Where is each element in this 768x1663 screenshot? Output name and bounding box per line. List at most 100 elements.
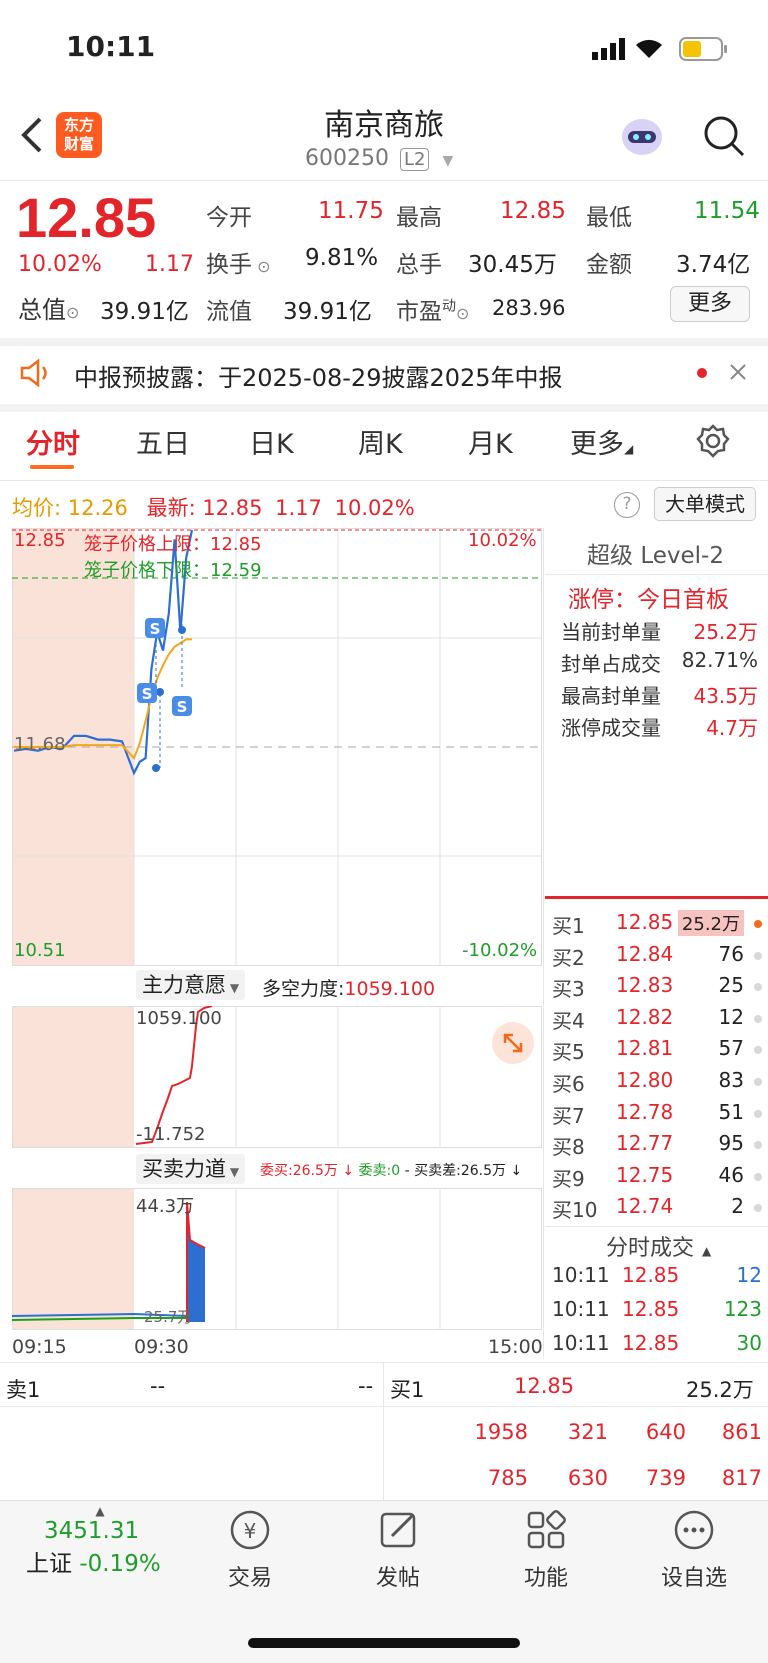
trade-row: 10:11 12.85 12 — [552, 1263, 762, 1293]
volume-mid-value: 25.7万 — [144, 1308, 193, 1326]
main-will-selector[interactable]: 主力意愿 ▼ — [136, 970, 246, 1000]
level2-stat-label: 封单占成交 — [561, 652, 661, 676]
status-time: 10:11 — [66, 30, 156, 63]
buy1-qty: 25.2万 — [686, 1378, 754, 1402]
close-icon[interactable] — [728, 362, 748, 382]
edit-icon — [380, 1512, 416, 1548]
stock-code[interactable]: 600250 L2 ▼ — [305, 146, 453, 171]
float-label: 流值 — [206, 299, 252, 325]
order-book-row[interactable]: 买10 12.74 2 — [550, 1194, 768, 1224]
order-book-row[interactable]: 买9 12.75 46 — [550, 1163, 768, 1193]
tab-monthly-k[interactable]: 月K — [468, 422, 513, 461]
trades-title[interactable]: 分时成交 ▲ — [606, 1230, 711, 1262]
order-book-dot — [754, 920, 762, 928]
nav-function[interactable]: 功能 — [496, 1508, 596, 1592]
time-end: 15:00 — [488, 1336, 543, 1358]
low-value: 11.54 — [694, 198, 760, 224]
queue-order-size: 640 — [645, 1420, 686, 1444]
order-book-level: 买8 — [552, 1135, 585, 1160]
index-line: 上证 -0.19% — [26, 1551, 161, 1577]
trade-row: 10:11 12.85 123 — [552, 1297, 762, 1327]
order-book-level: 买3 — [552, 977, 585, 1002]
settings-gear-icon[interactable] — [696, 424, 730, 458]
open-value: 11.75 — [318, 198, 384, 224]
trade-price: 12.85 — [622, 1263, 680, 1287]
change-amount: 1.17 — [145, 252, 194, 277]
order-book-qty: 51 — [718, 1099, 744, 1124]
home-indicator — [248, 1638, 520, 1648]
level2-stat-value: 4.7万 — [706, 716, 758, 740]
time-start: 09:15 — [12, 1336, 67, 1358]
level2-stat-value: 82.71% — [681, 648, 758, 672]
order-book-qty: 46 — [718, 1162, 744, 1187]
svg-text:S: S — [150, 620, 161, 638]
entrust-summary: 委买:26.5万 ↓ 委卖:0 - 买卖差:26.5万 ↓ — [260, 1163, 523, 1179]
indicator-bottom-value: -11.752 — [136, 1124, 206, 1145]
nav-watchlist[interactable]: 设自选 — [644, 1508, 744, 1592]
queue-order-size: 321 — [567, 1420, 608, 1444]
s-marker-icon: S — [137, 683, 157, 703]
search-icon[interactable] — [702, 114, 746, 158]
tab-active-indicator — [30, 465, 74, 469]
intraday-chart[interactable]: S S S — [12, 528, 542, 966]
big-order-mode-button[interactable]: 大单模式 — [654, 487, 756, 521]
more-button[interactable]: 更多 — [670, 286, 750, 322]
robot-avatar-icon[interactable] — [617, 113, 667, 159]
order-book-price: 12.74 — [616, 1194, 674, 1219]
queue-order-size: 630 — [567, 1466, 608, 1490]
trade-price: 12.85 — [622, 1297, 680, 1321]
buy-sell-power-selector[interactable]: 买卖力道 ▼ — [136, 1154, 246, 1184]
notice-dot — [697, 368, 707, 378]
order-book-qty: 2 — [731, 1194, 744, 1219]
notice-text[interactable]: 中报预披露：于2025-08-29披露2025年中报 — [74, 358, 563, 393]
s-marker-icon: S — [172, 696, 192, 716]
tab-five-day[interactable]: 五日 — [136, 422, 190, 461]
order-book-dot — [754, 1172, 762, 1181]
mktcap-label: 总值⊙ — [18, 296, 80, 324]
order-book-qty: 83 — [718, 1068, 744, 1092]
chart-bottom-pct: -10.02% — [462, 940, 538, 961]
tab-more[interactable]: 更多◢ — [570, 422, 633, 461]
expand-icon[interactable] — [492, 1022, 534, 1064]
tab-intraday[interactable]: 分时 — [26, 422, 80, 461]
order-book-row[interactable]: 买4 12.82 12 — [550, 1005, 768, 1035]
tab-daily-k[interactable]: 日K — [249, 422, 294, 461]
order-book-row[interactable]: 买8 12.77 95 — [550, 1131, 768, 1161]
more-dots-icon — [674, 1510, 714, 1550]
trade-qty: 30 — [736, 1331, 762, 1355]
chevron-down-icon: ▼ — [442, 153, 454, 169]
nav-trade[interactable]: ¥ 交易 — [200, 1508, 300, 1592]
order-book-row[interactable]: 买6 12.80 83 — [550, 1068, 768, 1098]
info-bar: 均价: 12.26 最新: 12.85 1.17 10.02% — [12, 496, 415, 520]
index-widget[interactable]: ▲ 3451.31 上证 -0.19% — [20, 1504, 180, 1578]
order-book-row[interactable]: 买7 12.78 51 — [550, 1100, 768, 1130]
order-book-dot — [754, 1078, 762, 1086]
order-book-row[interactable]: 买1 12.85 25.2万 — [550, 910, 768, 940]
level2-stat-label: 最高封单量 — [561, 684, 661, 708]
queue-order-size: 1958 — [474, 1420, 528, 1444]
order-book-row[interactable]: 买3 12.83 25 — [550, 973, 768, 1003]
main-will-chart — [12, 1006, 542, 1148]
grid-apps-icon — [527, 1510, 566, 1549]
order-book-dot — [754, 1109, 762, 1118]
nav-post[interactable]: 发帖 — [348, 1508, 448, 1592]
low-label: 最低 — [586, 205, 632, 231]
order-book-qty: 25.2万 — [677, 910, 744, 936]
amount-label: 金额 — [586, 252, 632, 278]
speaker-icon — [18, 358, 54, 388]
indicator-top-value: 1059.100 — [136, 1008, 222, 1029]
order-book-dot — [754, 1141, 762, 1150]
help-icon[interactable]: ? — [614, 492, 640, 518]
order-book-row[interactable]: 买2 12.84 76 — [550, 942, 768, 972]
order-book-dot — [754, 1014, 762, 1023]
chevron-up-icon: ▲ — [95, 1504, 105, 1518]
buy-sell-power-chart — [12, 1188, 542, 1330]
tab-weekly-k[interactable]: 周K — [358, 422, 403, 461]
order-book-row[interactable]: 买5 12.81 57 — [550, 1036, 768, 1066]
stock-code-text: 600250 — [305, 146, 389, 171]
svg-text:S: S — [177, 698, 188, 716]
high-label: 最高 — [396, 205, 442, 231]
cage-lower-label: 笼子价格下限：12.59 — [84, 560, 262, 581]
svg-text:¥: ¥ — [244, 1519, 257, 1543]
level2-stat-value: 43.5万 — [693, 684, 758, 708]
